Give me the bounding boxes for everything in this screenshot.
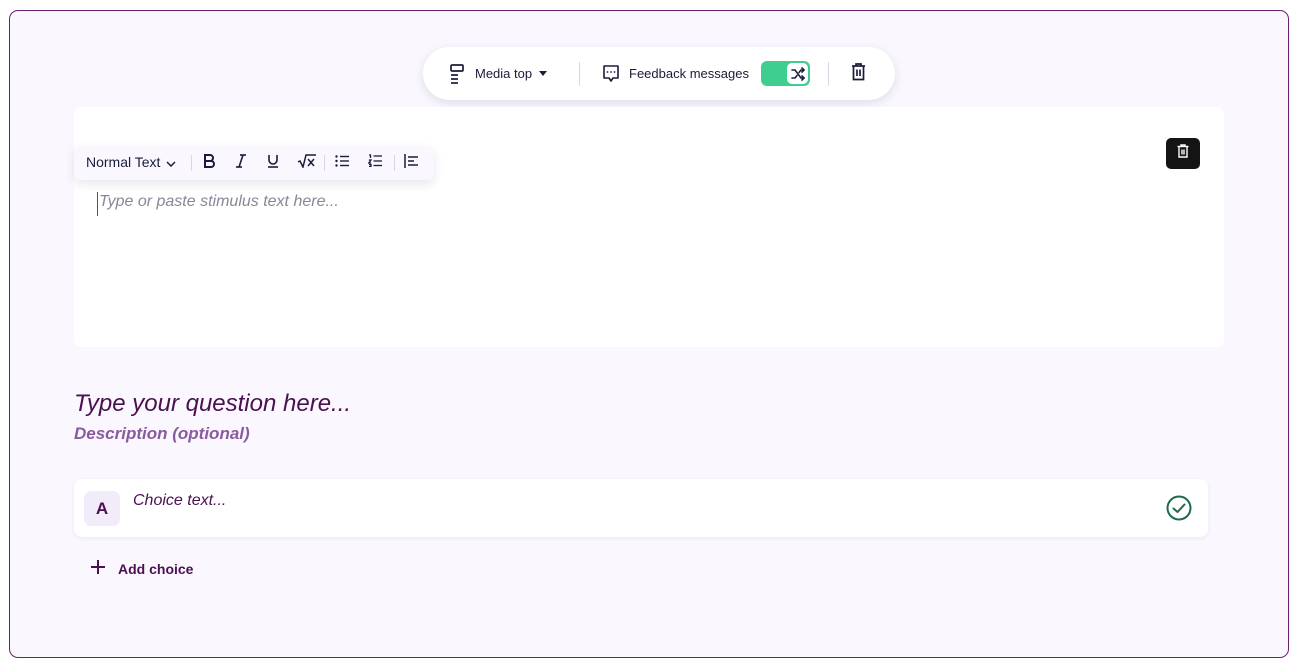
toolbar-divider: [579, 62, 580, 86]
text-style-label: Normal Text: [86, 154, 161, 170]
plus-icon: [90, 559, 106, 578]
choice-letter-badge: A: [84, 491, 120, 526]
stimulus-text-input[interactable]: Type or paste stimulus text here...: [97, 192, 1177, 216]
text-style-dropdown[interactable]: Normal Text: [86, 154, 176, 170]
numbered-list-icon: [367, 154, 382, 172]
layout-label: Media top: [475, 66, 533, 81]
feedback-label: Feedback messages: [629, 66, 749, 81]
mark-correct-button[interactable]: [1166, 495, 1192, 526]
question-editor-frame: Media top Feedback messages Normal Text …: [9, 10, 1289, 658]
math-button[interactable]: [296, 153, 318, 173]
add-choice-label: Add choice: [118, 560, 194, 577]
italic-button[interactable]: [232, 153, 250, 173]
layout-icon: [450, 63, 465, 84]
trash-icon: [1177, 144, 1189, 163]
format-divider: [191, 155, 192, 171]
question-description-input[interactable]: Description (optional): [74, 424, 250, 444]
square-root-icon: [297, 153, 317, 173]
bold-button[interactable]: [200, 153, 218, 173]
question-toolbar: Media top Feedback messages: [423, 47, 895, 100]
toolbar-divider: [828, 62, 829, 86]
bullet-list-icon: [335, 154, 349, 172]
chevron-down-icon: [166, 154, 176, 170]
choice-item: A Choice text...: [74, 479, 1208, 537]
question-title-input[interactable]: Type your question here...: [74, 390, 351, 418]
shuffle-icon: [787, 63, 808, 84]
choice-text-input[interactable]: Choice text...: [133, 492, 226, 510]
align-button[interactable]: [402, 153, 420, 173]
italic-icon: [235, 153, 247, 173]
stimulus-card: Normal Text Type or paste stimulus text …: [74, 107, 1224, 347]
delete-stimulus-button[interactable]: [1166, 138, 1200, 169]
layout-dropdown[interactable]: Media top: [450, 63, 548, 84]
format-divider: [394, 155, 395, 171]
caret-down-icon: [539, 71, 548, 76]
message-icon: [602, 64, 620, 84]
feedback-messages-button[interactable]: Feedback messages: [602, 62, 749, 85]
underline-icon: [267, 154, 279, 173]
text-format-toolbar: Normal Text: [74, 146, 434, 180]
shuffle-toggle[interactable]: [761, 61, 810, 86]
add-choice-button[interactable]: Add choice: [90, 559, 193, 578]
numbered-list-button[interactable]: [366, 154, 384, 172]
trash-icon: [851, 63, 866, 85]
bullet-list-button[interactable]: [333, 154, 351, 172]
underline-button[interactable]: [264, 154, 282, 172]
delete-question-button[interactable]: [851, 63, 866, 86]
format-divider: [324, 155, 325, 171]
bold-icon: [203, 153, 215, 173]
check-circle-icon: [1166, 495, 1192, 525]
align-left-icon: [403, 153, 419, 173]
